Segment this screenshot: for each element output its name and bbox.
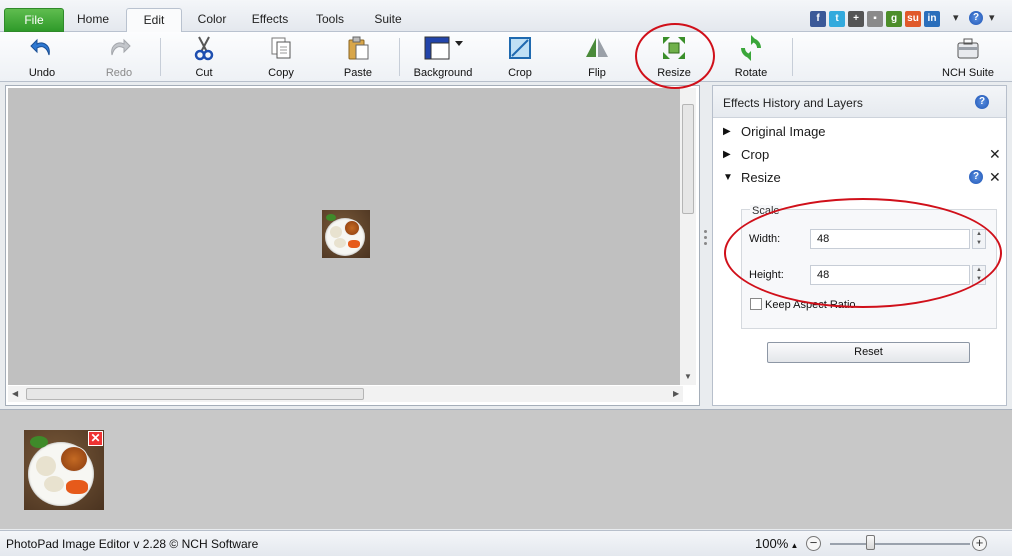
scroll-left-icon[interactable]: ◀	[12, 389, 18, 398]
checkbox-box[interactable]	[750, 298, 762, 310]
chevron-down-icon[interactable]: ▾	[953, 11, 959, 24]
vertical-scrollbar[interactable]: ▼	[680, 88, 696, 385]
undo-icon	[29, 35, 55, 61]
facebook-icon[interactable]: f	[810, 11, 826, 27]
canvas-image[interactable]	[322, 210, 370, 258]
copy-button[interactable]: Copy	[250, 35, 312, 81]
toolbox-icon	[955, 35, 981, 61]
delicious-icon[interactable]: ▪	[867, 11, 883, 27]
redo-icon	[106, 35, 132, 61]
tab-home[interactable]: Home	[64, 8, 122, 32]
panel-title: Effects History and Layers	[723, 96, 863, 110]
toolbar-separator	[160, 38, 161, 76]
layer-original-image[interactable]: ▶ Original Image	[723, 122, 1003, 142]
flip-icon	[584, 35, 610, 61]
close-icon[interactable]: ✕	[989, 146, 1001, 163]
redo-button[interactable]: Redo	[88, 35, 150, 81]
panel-header: Effects History and Layers ?	[713, 86, 1006, 118]
zoom-out-icon[interactable]: −	[806, 536, 821, 551]
digg-icon[interactable]: g	[886, 11, 902, 27]
close-icon[interactable]: ✕	[88, 431, 103, 446]
layer-crop[interactable]: ▶ Crop ✕	[723, 145, 1003, 165]
crop-icon	[507, 35, 533, 61]
linkedin-icon[interactable]: in	[924, 11, 940, 27]
toolbar: Undo Redo Cut Copy Paste Background Crop…	[0, 32, 1012, 82]
zoom-slider[interactable]	[830, 543, 970, 545]
image-canvas-area: ▼ ◀ ▶	[5, 85, 700, 406]
background-color-icon	[423, 35, 463, 61]
image-canvas[interactable]	[8, 88, 683, 385]
tab-tools[interactable]: Tools	[302, 8, 358, 32]
help-icon[interactable]: ?	[969, 170, 983, 184]
expand-arrow-icon[interactable]: ▶	[723, 126, 731, 137]
flip-button[interactable]: Flip	[566, 35, 628, 81]
nch-suite-button[interactable]: NCH Suite	[937, 35, 999, 81]
tab-suite[interactable]: Suite	[362, 8, 414, 32]
scissors-icon	[191, 35, 217, 61]
annotation-circle	[724, 198, 1002, 308]
rotate-button[interactable]: Rotate	[720, 35, 782, 81]
undo-button[interactable]: Undo	[11, 35, 73, 81]
cut-button[interactable]: Cut	[173, 35, 235, 81]
rotate-icon	[738, 35, 764, 61]
zoom-slider-handle[interactable]	[866, 535, 875, 550]
background-button[interactable]: Background	[412, 35, 474, 81]
paste-button[interactable]: Paste	[327, 35, 389, 81]
scroll-down-icon[interactable]: ▼	[684, 372, 692, 381]
status-text: PhotoPad Image Editor v 2.28 © NCH Softw…	[6, 537, 259, 551]
help-icon[interactable]: ?	[969, 11, 983, 25]
google-plus-icon[interactable]: +	[848, 11, 864, 27]
paste-icon	[345, 35, 371, 61]
status-bar: PhotoPad Image Editor v 2.28 © NCH Softw…	[0, 530, 1012, 556]
image-tray: ✕	[0, 409, 1012, 529]
tab-edit[interactable]: Edit	[126, 8, 182, 33]
tab-color[interactable]: Color	[186, 8, 238, 32]
scrollbar-thumb[interactable]	[26, 388, 364, 400]
close-icon[interactable]: ✕	[989, 169, 1001, 186]
layer-resize[interactable]: ▼ Resize ? ✕	[723, 168, 1003, 188]
scrollbar-thumb[interactable]	[682, 104, 694, 214]
help-icon[interactable]: ?	[975, 95, 989, 109]
horizontal-scrollbar[interactable]: ◀ ▶	[8, 386, 683, 402]
toolbar-separator	[792, 38, 793, 76]
twitter-icon[interactable]: t	[829, 11, 845, 27]
zoom-level[interactable]: 100% ▲	[755, 536, 798, 551]
stumbleupon-icon[interactable]: su	[905, 11, 921, 27]
crop-button[interactable]: Crop	[489, 35, 551, 81]
reset-button[interactable]: Reset	[767, 342, 970, 363]
annotation-circle	[635, 23, 715, 89]
chevron-down-icon[interactable]: ▾	[989, 11, 995, 24]
menu-tab-bar: File Home Edit Color Effects Tools Suite…	[0, 0, 1012, 33]
expand-arrow-icon[interactable]: ▶	[723, 149, 731, 160]
copy-icon	[268, 35, 294, 61]
collapse-arrow-icon[interactable]: ▼	[723, 172, 733, 183]
zoom-in-icon[interactable]: +	[972, 536, 987, 551]
tab-effects[interactable]: Effects	[242, 8, 298, 32]
panel-splitter[interactable]	[704, 230, 708, 260]
toolbar-separator	[399, 38, 400, 76]
tab-file[interactable]: File	[4, 8, 64, 32]
scroll-right-icon[interactable]: ▶	[673, 389, 679, 398]
